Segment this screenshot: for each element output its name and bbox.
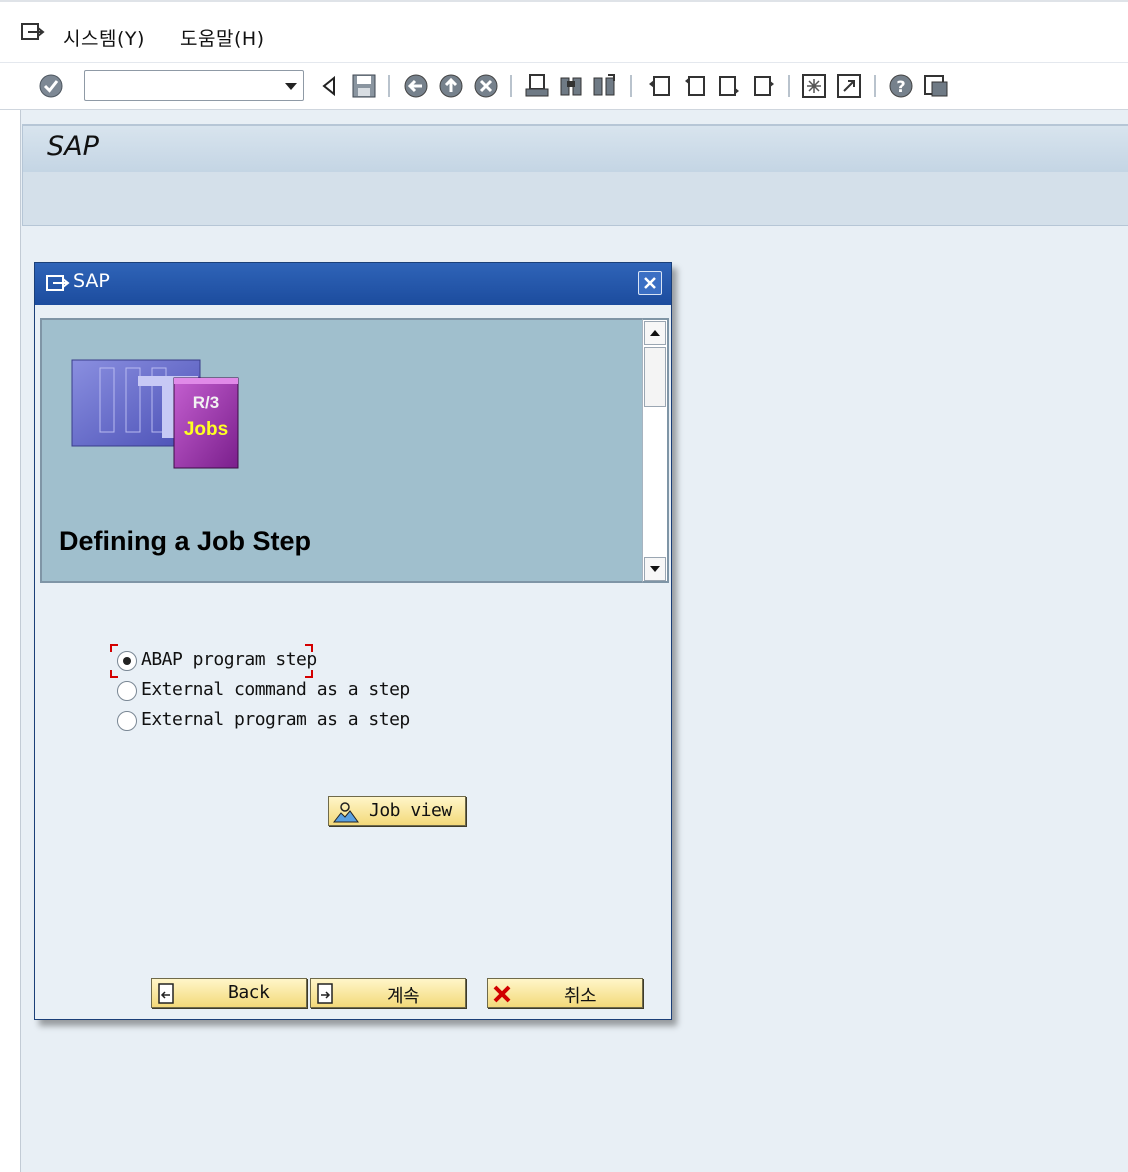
command-field[interactable] xyxy=(84,70,304,101)
toolbar-separator xyxy=(388,75,390,97)
scroll-up-button[interactable] xyxy=(644,321,666,345)
screen-title-bar: SAP xyxy=(22,124,1128,172)
radio-button[interactable] xyxy=(117,711,137,731)
last-page-icon[interactable] xyxy=(750,72,778,100)
next-page-icon[interactable] xyxy=(715,72,743,100)
radio-button[interactable] xyxy=(117,681,137,701)
focus-corner xyxy=(110,670,118,678)
help-icon[interactable]: ? xyxy=(887,72,915,100)
radio-label: External command as a step xyxy=(141,679,410,700)
scroll-thumb[interactable] xyxy=(644,347,666,407)
close-icon[interactable] xyxy=(638,271,662,295)
save-icon[interactable] xyxy=(350,72,378,100)
continue-document-icon xyxy=(315,983,335,1004)
job-step-dialog: SAP R/3 Jobs Defining a Job Step ABAP pr… xyxy=(34,262,672,1020)
red-x-icon xyxy=(492,983,512,1003)
find-next-icon[interactable] xyxy=(590,72,618,100)
dialog-banner: R/3 Jobs Defining a Job Step xyxy=(40,318,643,583)
back-document-icon xyxy=(156,983,176,1004)
job-view-label: Job view xyxy=(369,800,452,821)
radio-label: External program as a step xyxy=(141,709,410,730)
toolbar-separator xyxy=(510,75,512,97)
radio-label: ABAP program step xyxy=(141,649,317,670)
dialog-title: SAP xyxy=(73,270,110,292)
graphic-jobs-text: Jobs xyxy=(184,419,228,440)
customize-layout-icon[interactable] xyxy=(922,72,950,100)
r3-jobs-graphic: R/3 Jobs xyxy=(70,358,240,482)
dialog-menu-icon[interactable] xyxy=(45,272,71,298)
application-toolbar xyxy=(22,172,1128,226)
print-icon[interactable] xyxy=(523,72,551,100)
shortcut-icon[interactable] xyxy=(835,72,863,100)
dialog-title-bar[interactable]: SAP xyxy=(35,263,671,305)
user-landscape-icon xyxy=(332,801,359,823)
banner-scrollbar[interactable] xyxy=(642,318,669,583)
toolbar-separator xyxy=(630,75,632,97)
focus-corner xyxy=(110,644,118,652)
graphic-r3-text: R/3 xyxy=(193,393,219,412)
chevron-down-icon[interactable] xyxy=(285,83,297,90)
toolbar-separator xyxy=(874,75,876,97)
exit-icon[interactable] xyxy=(437,72,465,100)
enter-icon[interactable] xyxy=(37,72,65,100)
cancel-icon[interactable] xyxy=(472,72,500,100)
back-circle-icon[interactable] xyxy=(402,72,430,100)
scroll-down-button[interactable] xyxy=(644,557,666,581)
create-session-icon[interactable] xyxy=(800,72,828,100)
menu-bar: 시스템(Y) 도움말(H) xyxy=(0,0,1128,62)
system-menu-icon[interactable] xyxy=(20,22,46,48)
toolbar-separator xyxy=(788,75,790,97)
menu-help[interactable]: 도움말(H) xyxy=(180,24,265,51)
back-button[interactable]: Back xyxy=(151,978,307,1008)
focus-corner xyxy=(305,670,313,678)
find-icon[interactable] xyxy=(557,72,585,100)
screen-title: SAP xyxy=(47,131,99,162)
svg-text:?: ? xyxy=(896,77,905,96)
back-triangle-icon[interactable] xyxy=(316,72,344,100)
cancel-label: 취소 xyxy=(564,986,597,1007)
menu-system[interactable]: 시스템(Y) xyxy=(63,24,145,51)
cancel-button[interactable]: 취소 xyxy=(487,978,643,1008)
previous-page-icon[interactable] xyxy=(680,72,708,100)
standard-toolbar: ? xyxy=(0,62,1128,110)
radio-button-selected[interactable] xyxy=(117,651,137,671)
continue-label: 계속 xyxy=(387,986,420,1007)
banner-heading: Defining a Job Step xyxy=(59,526,312,556)
first-page-icon[interactable] xyxy=(645,72,673,100)
continue-button[interactable]: 계속 xyxy=(310,978,466,1008)
left-border xyxy=(0,110,21,1172)
back-label: Back xyxy=(228,982,270,1003)
job-view-button[interactable]: Job view xyxy=(328,796,466,826)
